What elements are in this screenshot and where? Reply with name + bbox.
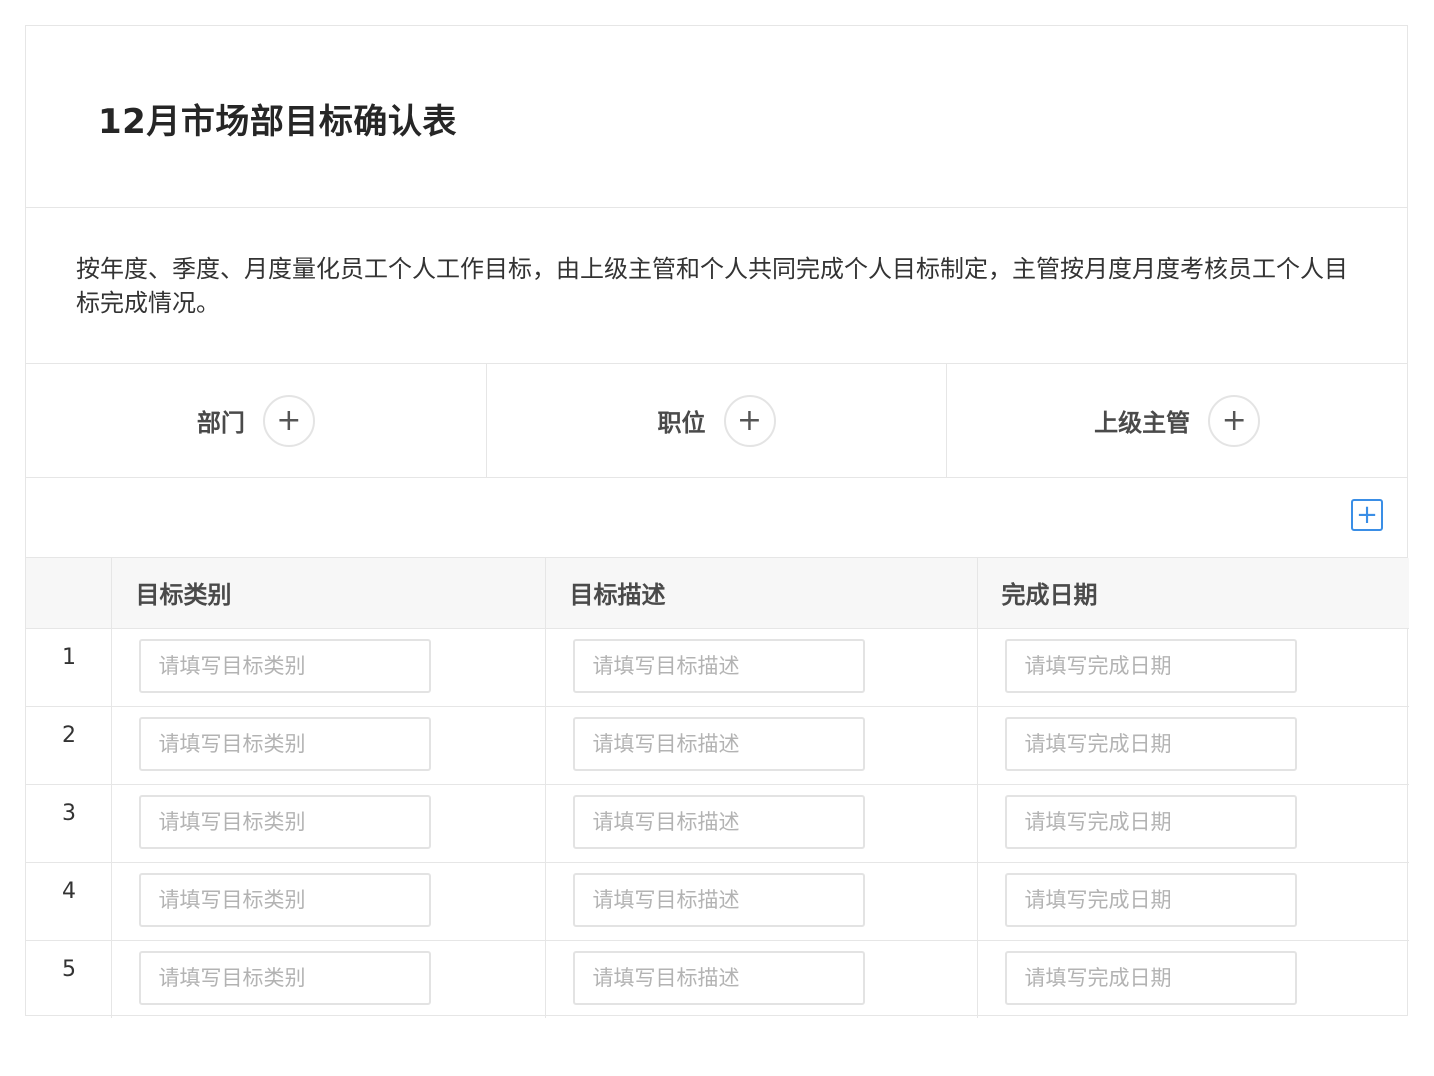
row-index: 3 <box>62 800 76 826</box>
category-input[interactable] <box>138 950 431 1005</box>
row-index: 2 <box>62 722 76 748</box>
table-row: 2 <box>26 706 1409 785</box>
goals-table: 目标类别 目标描述 完成日期 1 2 3 <box>26 558 1409 1018</box>
table-row: 1 <box>26 628 1409 707</box>
date-input[interactable] <box>1004 638 1297 693</box>
category-column-header: 目标类别 <box>111 558 546 629</box>
date-input[interactable] <box>1004 872 1297 927</box>
category-input[interactable] <box>138 794 431 849</box>
add-row-icon[interactable]: + <box>1351 499 1383 531</box>
supervisor-label: 上级主管 <box>1094 409 1191 437</box>
description-section: 按年度、季度、月度量化员工个人工作目标，由上级主管和个人共同完成个人目标制定，主… <box>26 208 1407 364</box>
form-card: 12月市场部目标确认表 按年度、季度、月度量化员工个人工作目标，由上级主管和个人… <box>25 25 1409 1018</box>
department-label: 部门 <box>196 409 245 437</box>
add-position-button[interactable]: + <box>723 394 776 447</box>
description-input[interactable] <box>572 950 865 1005</box>
title-section: 12月市场部目标确认表 <box>26 26 1407 208</box>
department-selector: 部门 + <box>26 364 487 477</box>
row-index: 1 <box>62 644 76 670</box>
description-input[interactable] <box>572 638 865 693</box>
date-column-header: 完成日期 <box>977 558 1409 629</box>
add-supervisor-button[interactable]: + <box>1208 394 1261 447</box>
table-header-row: 目标类别 目标描述 完成日期 <box>26 558 1409 629</box>
description-column-header: 目标描述 <box>545 558 978 629</box>
description-input[interactable] <box>572 716 865 771</box>
position-label: 职位 <box>657 409 706 437</box>
table-toolbar: + <box>26 478 1407 558</box>
table-row: 5 <box>26 940 1409 1018</box>
row-index: 5 <box>62 956 76 982</box>
position-selector: 职位 + <box>487 364 948 477</box>
table-row: 3 <box>26 784 1409 863</box>
row-index: 4 <box>62 878 76 904</box>
description-input[interactable] <box>572 872 865 927</box>
form-title: 12月市场部目标确认表 <box>98 102 457 142</box>
index-column-header <box>26 558 112 629</box>
date-input[interactable] <box>1004 950 1297 1005</box>
form-description: 按年度、季度、月度量化员工个人工作目标，由上级主管和个人共同完成个人目标制定，主… <box>76 255 1348 317</box>
category-input[interactable] <box>138 638 431 693</box>
add-department-button[interactable]: + <box>262 394 315 447</box>
supervisor-selector: 上级主管 + <box>947 364 1407 477</box>
category-input[interactable] <box>138 872 431 927</box>
table-row: 4 <box>26 862 1409 941</box>
people-selector-row: 部门 + 职位 + 上级主管 + <box>26 364 1407 478</box>
category-input[interactable] <box>138 716 431 771</box>
date-input[interactable] <box>1004 716 1297 771</box>
date-input[interactable] <box>1004 794 1297 849</box>
description-input[interactable] <box>572 794 865 849</box>
